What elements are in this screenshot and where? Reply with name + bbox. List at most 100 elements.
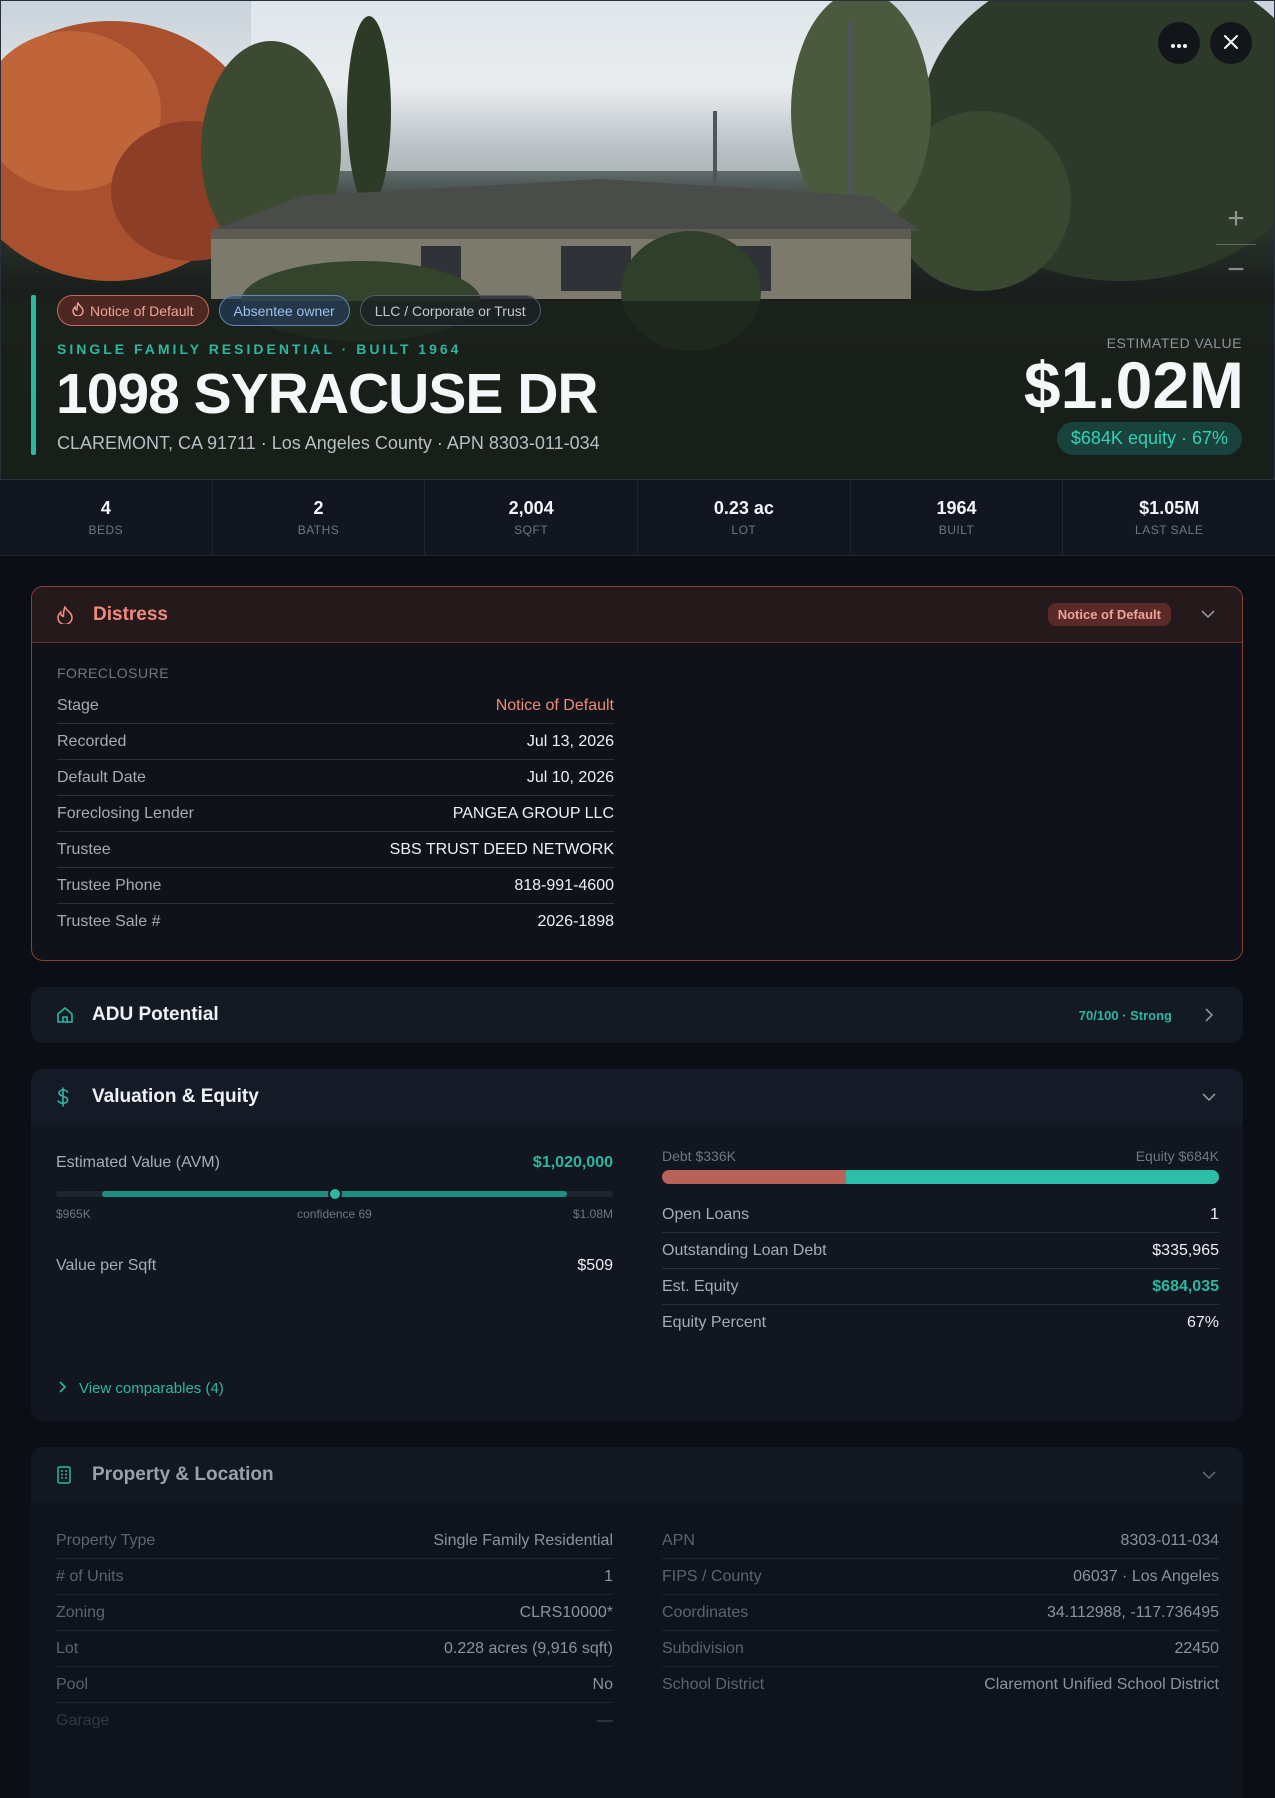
row-key: Trustee Phone	[57, 876, 162, 894]
stat-label: LOT	[731, 523, 757, 537]
property-details-right: APN 8303-011-034 FIPS / County 06037 · Los…	[662, 1523, 1219, 1703]
row-key: Default Date	[57, 768, 146, 786]
avm-confidence-marker	[327, 1187, 342, 1201]
stat-built: 1964 BUILT	[851, 480, 1064, 555]
flame-icon	[57, 605, 79, 624]
adu-score: 70/100 · Strong	[1078, 1007, 1172, 1023]
chevron-down-icon[interactable]	[1200, 1088, 1218, 1106]
row-key: Est. Equity	[662, 1277, 739, 1295]
row-key: Lot	[56, 1639, 79, 1657]
home-icon	[56, 1006, 78, 1024]
equity-segment	[845, 1170, 1219, 1184]
close-icon	[1224, 32, 1238, 55]
row-value: 1	[604, 1567, 613, 1585]
stat-label: BATHS	[297, 523, 340, 537]
row-value: No	[592, 1675, 613, 1693]
stat-label: BUILT	[938, 523, 975, 537]
row-value: $509	[577, 1257, 613, 1274]
detail-row: Recorded Jul 13, 2026	[57, 724, 614, 760]
foreclosure-details: Stage Notice of Default Recorded Jul 13, 2…	[57, 688, 614, 940]
detail-row: Outstanding Loan Debt $335,965	[662, 1233, 1219, 1269]
stat-value: $1.05M	[1139, 498, 1200, 518]
row-value: 34.112988, -117.736495	[1046, 1603, 1219, 1621]
chip-notice-of-default[interactable]: Notice of Default	[57, 295, 209, 326]
detail-row: Trustee Phone 818-991-4600	[57, 868, 614, 904]
detail-row: Est. Equity $684,035	[662, 1269, 1219, 1305]
building-icon	[56, 1466, 78, 1484]
view-comparables-link[interactable]: View comparables (4)	[59, 1380, 224, 1397]
detail-row: Lot 0.228 acres (9,916 sqft)	[56, 1631, 613, 1667]
property-details-left: Property Type Single Family Residential #…	[56, 1523, 613, 1739]
map-zoom-control: + −	[1208, 194, 1264, 295]
debt-equity-bar	[662, 1170, 1219, 1184]
property-location-line: CLAREMONT, CA 91711 · Los Angeles County…	[57, 433, 600, 453]
equity-pill: $684K equity · 67%	[1056, 422, 1242, 455]
stat-label: LAST SALE	[1135, 523, 1204, 537]
tag-chips: Notice of Default Absentee owner LLC / C…	[57, 295, 541, 326]
value-per-sqft-block: Value per Sqft $509	[56, 1248, 613, 1284]
row-value: PANGEA GROUP LLC	[452, 804, 614, 822]
property-title: Property & Location	[92, 1464, 274, 1485]
row-key: Property Type	[56, 1531, 156, 1549]
detail-row: Default Date Jul 10, 2026	[57, 760, 614, 796]
row-key: Garage	[56, 1712, 110, 1729]
property-subtitle: SINGLE FAMILY RESIDENTIAL · BUILT 1964	[57, 341, 462, 357]
debt-segment	[662, 1170, 846, 1184]
valuation-equity-card: Valuation & Equity Estimated Value (AVM)…	[31, 1069, 1243, 1421]
row-value: 818-991-4600	[514, 876, 614, 894]
detail-row: Subdivision 22450	[662, 1631, 1219, 1667]
row-value: $684,035	[1152, 1277, 1219, 1295]
street-view-hero[interactable]: + − Notice of Default Absentee owner LLC…	[0, 0, 1275, 480]
row-value: Single Family Residential	[433, 1531, 613, 1549]
valuation-header[interactable]: Valuation & Equity	[31, 1069, 1243, 1125]
row-key: Recorded	[57, 732, 127, 750]
row-key: Trustee	[57, 840, 111, 858]
row-key: Trustee Sale #	[57, 913, 161, 930]
more-options-button[interactable]	[1158, 22, 1200, 64]
chip-llc-corporate[interactable]: LLC / Corporate or Trust	[359, 295, 541, 326]
chip-label: Notice of Default	[90, 302, 194, 319]
chip-absentee-owner[interactable]: Absentee owner	[218, 295, 350, 326]
row-value: 8303-011-034	[1120, 1531, 1219, 1549]
stat-value: 1964	[936, 498, 977, 518]
range-high: $1.08M	[572, 1207, 613, 1221]
stat-value: 4	[100, 498, 111, 518]
avm-row: Estimated Value (AVM) $1,020,000	[56, 1145, 613, 1181]
zoom-in-button[interactable]: +	[1227, 194, 1245, 244]
stat-last-sale: $1.05M LAST SALE	[1063, 480, 1275, 555]
equity-label: Equity $684K	[1135, 1148, 1219, 1164]
chevron-right-icon[interactable]	[1200, 1006, 1218, 1024]
stat-label: BEDS	[88, 523, 124, 537]
row-key: FIPS / County	[662, 1567, 762, 1585]
zoom-out-button[interactable]: −	[1227, 245, 1245, 295]
row-key: # of Units	[56, 1567, 124, 1585]
row-value: $335,965	[1152, 1241, 1219, 1259]
avm-label: Estimated Value (AVM)	[56, 1154, 220, 1171]
row-value: Notice of Default	[495, 696, 614, 714]
avm-value: $1,020,000	[532, 1154, 613, 1171]
stat-label: SQFT	[514, 523, 549, 537]
stat-beds: 4 BEDS	[0, 480, 213, 555]
row-key: APN	[662, 1531, 695, 1549]
distress-header[interactable]: Distress Notice of Default	[32, 587, 1242, 643]
row-key: Zoning	[56, 1603, 105, 1621]
row-key: Foreclosing Lender	[57, 804, 194, 822]
foreclosure-section-label: FORECLOSURE	[57, 665, 170, 681]
property-location-card: Property & Location Property Type Single …	[31, 1447, 1243, 1798]
row-value: 22450	[1174, 1639, 1220, 1657]
adu-potential-card[interactable]: ADU Potential 70/100 · Strong	[31, 987, 1243, 1043]
row-value: 06037 · Los Angeles	[1073, 1567, 1219, 1585]
detail-row: Zoning CLRS10000*	[56, 1595, 613, 1631]
chevron-down-icon[interactable]	[1199, 606, 1217, 624]
property-header[interactable]: Property & Location	[31, 1447, 1243, 1503]
chip-label: LLC / Corporate or Trust	[374, 302, 526, 319]
property-address-title: 1098 SYRACUSE DR	[56, 362, 599, 426]
stat-sqft: 2,004 SQFT	[425, 480, 639, 555]
close-button[interactable]	[1210, 22, 1252, 64]
detail-row: # of Units 1	[56, 1559, 613, 1595]
adu-header[interactable]: ADU Potential 70/100 · Strong	[31, 987, 1243, 1043]
row-key: School District	[662, 1676, 765, 1693]
row-value: 1	[1210, 1205, 1219, 1223]
avm-block: Estimated Value (AVM) $1,020,000	[56, 1145, 613, 1181]
chevron-down-icon[interactable]	[1200, 1466, 1218, 1484]
